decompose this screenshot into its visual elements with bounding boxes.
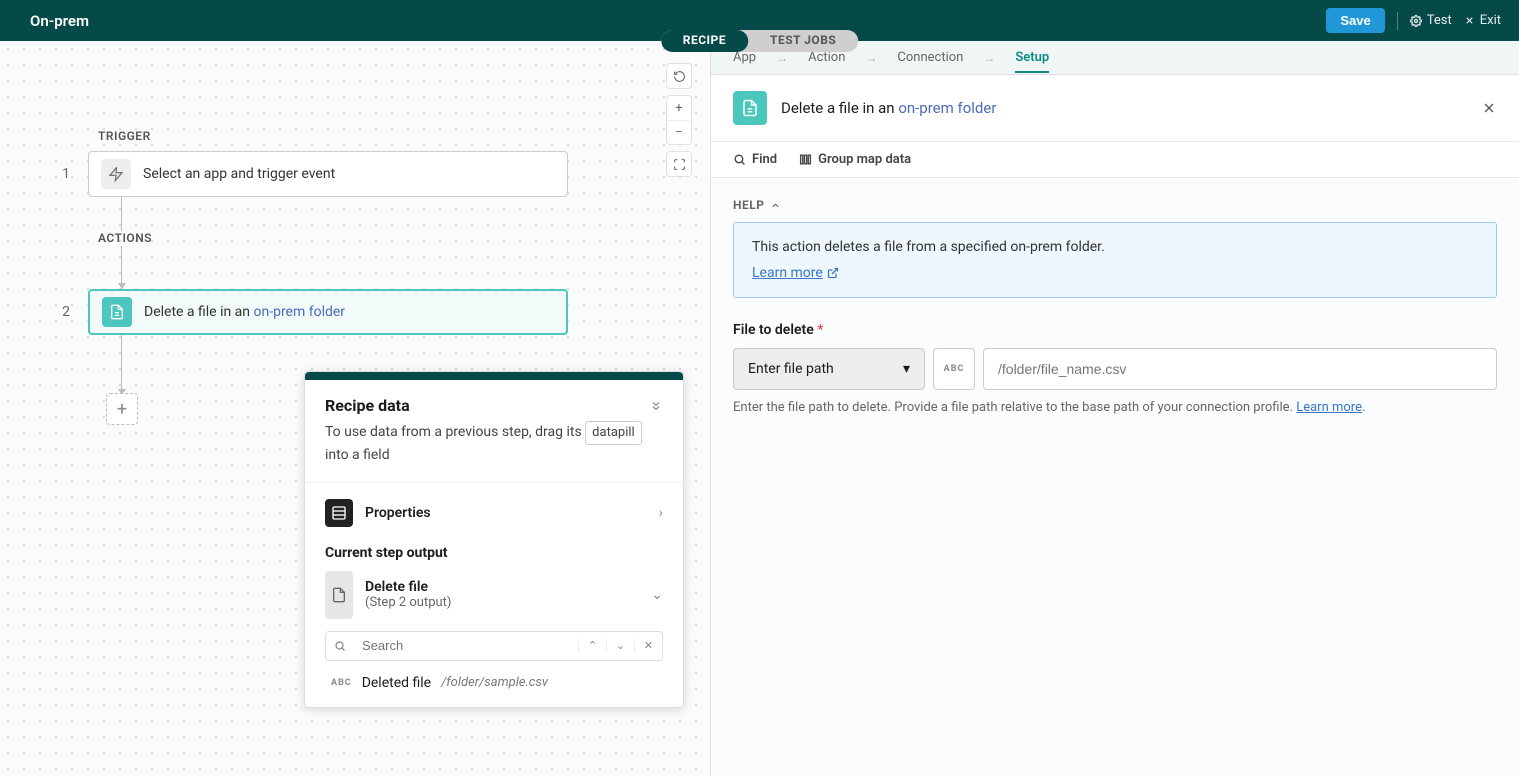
connector-line	[121, 246, 122, 289]
datapill-badge: datapill	[585, 421, 642, 445]
collapse-icon[interactable]	[649, 399, 663, 413]
search-row: ⌃ ⌄ ✕	[325, 631, 663, 661]
files-icon	[325, 571, 353, 619]
search-clear-button[interactable]: ✕	[634, 639, 662, 652]
properties-icon	[325, 499, 353, 527]
close-icon	[1464, 15, 1475, 26]
breadcrumb-connection[interactable]: Connection	[897, 50, 963, 65]
breadcrumb-setup[interactable]: Setup	[1015, 50, 1049, 73]
output-item[interactable]: ABC Deleted file /folder/sample.csv	[325, 675, 663, 691]
breadcrumb-app[interactable]: App	[733, 50, 756, 65]
properties-row[interactable]: Properties ›	[325, 499, 663, 527]
canvas-tools: + −	[666, 63, 692, 177]
close-button[interactable]	[1481, 100, 1497, 116]
help-box: This action deletes a file from a specif…	[733, 222, 1497, 298]
file-path-input[interactable]	[983, 348, 1497, 390]
columns-icon	[799, 153, 812, 166]
divider	[1397, 12, 1398, 30]
learn-more-link[interactable]: Learn more	[752, 265, 839, 281]
action-step-card[interactable]: Delete a file in an on-prem folder	[88, 289, 568, 335]
zoom-out-button[interactable]: −	[667, 120, 691, 144]
test-button[interactable]: Test	[1410, 13, 1452, 28]
abc-type-icon: ABC	[331, 678, 352, 688]
search-icon	[326, 640, 354, 652]
recipe-data-description: To use data from a previous step, drag i…	[325, 421, 663, 466]
trigger-step-card[interactable]: Select an app and trigger event	[88, 151, 568, 197]
recipe-data-title: Recipe data	[325, 396, 410, 415]
path-mode-select[interactable]: Enter file path ▾	[733, 348, 925, 390]
files-icon	[102, 297, 132, 327]
on-prem-folder-link[interactable]: on-prem folder	[254, 304, 346, 320]
field-label: File to delete *	[733, 322, 1497, 338]
panel-toolbar: Find Group map data	[711, 142, 1519, 178]
help-text: This action deletes a file from a specif…	[752, 239, 1478, 255]
step-text: Select an app and trigger event	[143, 166, 335, 182]
step-number: 1	[60, 166, 70, 182]
chevron-up-icon	[770, 200, 781, 211]
current-output-label: Current step output	[325, 545, 663, 561]
gear-icon	[1410, 15, 1422, 27]
chevron-right-icon: ›	[659, 505, 663, 521]
chevron-down-icon: ⌄	[651, 587, 663, 603]
help-toggle[interactable]: HELP	[733, 198, 1497, 212]
top-bar: On-prem Save Test Exit RECIPE TEST JOBS	[0, 0, 1519, 41]
step-1: 1 Select an app and trigger event	[60, 151, 568, 197]
field-help: Enter the file path to delete. Provide a…	[733, 400, 1497, 415]
step-output-row[interactable]: Delete file (Step 2 output) ⌄	[325, 571, 663, 619]
search-icon	[733, 153, 746, 166]
actions-section-label: ACTIONS	[98, 231, 152, 245]
connector-line	[121, 335, 122, 395]
arrow-right-icon: →	[776, 51, 788, 65]
mode-tabs: RECIPE TEST JOBS	[661, 30, 859, 52]
tab-recipe[interactable]: RECIPE	[661, 30, 748, 52]
search-input[interactable]	[354, 638, 578, 653]
chevron-down-icon: ▾	[903, 361, 910, 377]
breadcrumb-action[interactable]: Action	[808, 50, 845, 65]
files-icon	[733, 91, 767, 125]
trigger-icon	[101, 159, 131, 189]
save-button[interactable]: Save	[1326, 8, 1384, 33]
step-text: Delete a file in an on-prem folder	[144, 304, 345, 320]
recipe-canvas: + − TRIGGER ACTIONS 1 Select an app and …	[0, 41, 711, 776]
step-number: 2	[60, 304, 70, 320]
add-step-button[interactable]: +	[106, 393, 138, 425]
page-title: On-prem	[30, 12, 89, 30]
recipe-data-panel: Recipe data To use data from a previous …	[304, 371, 684, 708]
panel-header-bar	[305, 372, 683, 380]
trigger-section-label: TRIGGER	[98, 129, 151, 143]
on-prem-folder-link[interactable]: on-prem folder	[898, 99, 996, 117]
abc-type-icon: ABC	[933, 348, 975, 390]
search-next-button[interactable]: ⌄	[606, 639, 634, 652]
setup-panel: App → Action → Connection → Setup Delete…	[711, 41, 1519, 776]
panel-header: Delete a file in an on-prem folder	[711, 75, 1519, 142]
tab-test-jobs[interactable]: TEST JOBS	[748, 30, 858, 52]
find-button[interactable]: Find	[733, 152, 777, 167]
group-map-button[interactable]: Group map data	[799, 152, 911, 167]
panel-title: Delete a file in an on-prem folder	[781, 99, 1467, 117]
arrow-right-icon: →	[865, 51, 877, 65]
external-link-icon	[827, 267, 839, 279]
connector-line	[121, 197, 122, 231]
step-2: 2 Delete a file in an on-prem folder	[60, 289, 568, 335]
learn-more-link[interactable]: Learn more	[1296, 400, 1362, 415]
arrow-right-icon: →	[983, 51, 995, 65]
undo-button[interactable]	[667, 64, 691, 88]
search-prev-button[interactable]: ⌃	[578, 639, 606, 652]
exit-button[interactable]: Exit	[1464, 13, 1501, 28]
zoom-in-button[interactable]: +	[667, 96, 691, 120]
fit-button[interactable]	[667, 152, 691, 176]
